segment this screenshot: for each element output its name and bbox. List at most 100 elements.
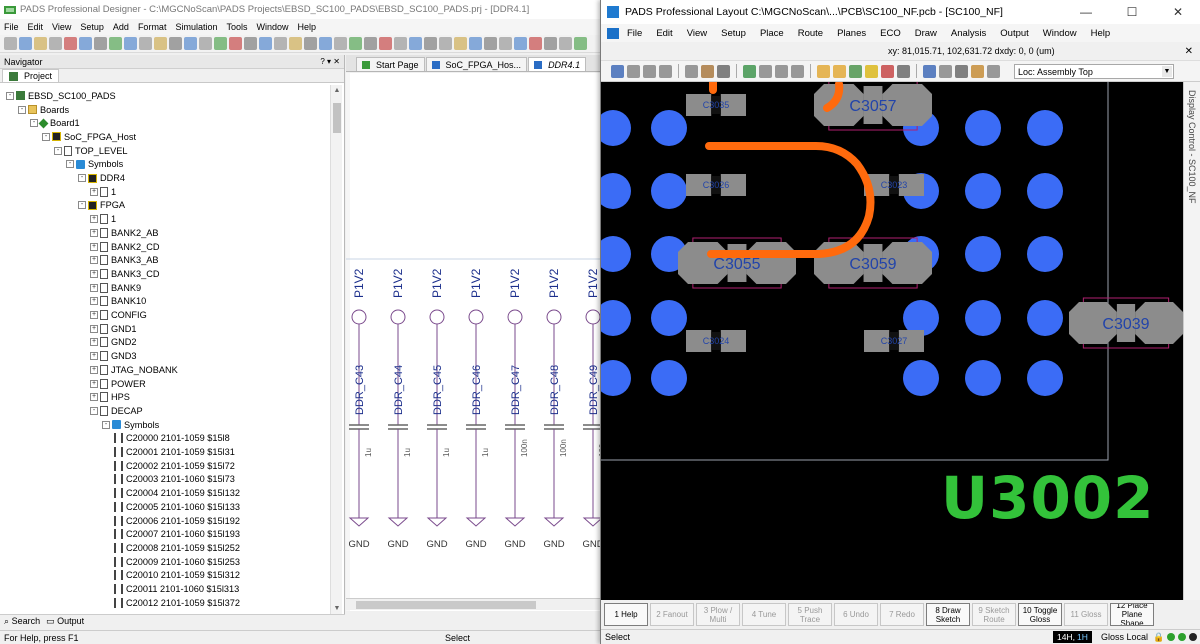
tree-item[interactable]: + BANK3_CD <box>90 267 160 281</box>
tree-item[interactable]: C20011 2101-1060 $15l313 <box>114 582 239 596</box>
expand-icon[interactable]: + <box>90 242 98 251</box>
expand-icon[interactable]: + <box>90 365 98 374</box>
fkey-button[interactable]: 8 Draw Sketch <box>926 603 970 626</box>
expand-icon[interactable]: + <box>90 379 98 388</box>
tree-item[interactable]: C20006 2101-1059 $15l192 <box>114 514 240 528</box>
close-icon[interactable]: ✕ <box>1155 0 1200 24</box>
tree-item[interactable]: - TOP_LEVEL <box>54 144 127 158</box>
toolbar-tool-icon[interactable] <box>244 37 257 50</box>
fkey-button[interactable]: 12 Place Plane Shape <box>1110 603 1154 626</box>
collapse-icon[interactable]: - <box>78 174 86 183</box>
toolbar-tool-icon[interactable] <box>169 37 182 50</box>
tree-item[interactable]: C20012 2101-1059 $15l372 <box>114 596 240 610</box>
toolbar-tool-icon[interactable] <box>514 37 527 50</box>
tree-item[interactable]: C20000 2101-1059 $15l8 <box>114 432 230 446</box>
doc-close-icon[interactable]: ✕ <box>1185 46 1193 57</box>
tree-item[interactable]: - Symbols <box>102 418 159 432</box>
tree-item[interactable]: - Board1 <box>30 116 80 130</box>
layout-menu-view[interactable]: View <box>687 28 707 39</box>
tree-item[interactable]: + BANK10 <box>90 295 146 309</box>
toolbar-tool-icon[interactable] <box>469 37 482 50</box>
collapse-icon[interactable]: - <box>42 132 50 141</box>
fkey-button[interactable]: 11 Gloss <box>1064 603 1108 626</box>
collapse-icon[interactable]: - <box>78 201 86 210</box>
tree-item[interactable]: C20008 2101-1059 $15l252 <box>114 541 240 555</box>
toolbar-tool-icon[interactable] <box>484 37 497 50</box>
tree-item[interactable]: + JTAG_NOBANK <box>90 363 178 377</box>
toolbar-tool-icon[interactable] <box>424 37 437 50</box>
toolbar-tool-icon[interactable] <box>334 37 347 50</box>
pcb-canvas[interactable]: C3035 C3057 C3026 C3023 C3055 C3059 C3039 C3024… <box>601 82 1183 600</box>
fkey-button[interactable]: 6 Undo <box>834 603 878 626</box>
minimize-icon[interactable]: — <box>1063 0 1109 24</box>
designer-menu-view[interactable]: View <box>52 22 71 32</box>
toolbar-tool-icon[interactable] <box>64 37 77 50</box>
tree-item[interactable]: + CONFIG <box>90 308 147 322</box>
tree-item[interactable]: - Symbols <box>66 158 123 172</box>
scroll-thumb[interactable] <box>333 103 341 133</box>
toolbar-tool-icon[interactable] <box>499 37 512 50</box>
expand-icon[interactable]: + <box>90 283 98 292</box>
tree-item[interactable]: + BANK2_AB <box>90 226 159 240</box>
doc-tab[interactable]: SoC_FPGA_Hos... <box>425 57 528 71</box>
expand-icon[interactable]: + <box>90 297 98 306</box>
toolbar-tool-icon[interactable] <box>379 37 392 50</box>
tree-item[interactable]: - SoC_FPGA_Host <box>42 130 136 144</box>
tree-item[interactable]: + GND3 <box>90 349 137 363</box>
toolbar-tool-icon[interactable] <box>439 37 452 50</box>
toolbar-tool-icon[interactable] <box>139 37 152 50</box>
expand-icon[interactable]: + <box>90 338 98 347</box>
doc-tab[interactable]: DDR4.1 <box>528 57 587 71</box>
tree-item[interactable]: C20002 2101-1059 $15l72 <box>114 459 235 473</box>
toolbar-tool-icon[interactable] <box>544 37 557 50</box>
toolbar-tool-icon[interactable] <box>124 37 137 50</box>
tree-item[interactable]: + GND1 <box>90 322 137 336</box>
toolbar-tool-icon[interactable] <box>4 37 17 50</box>
expand-icon[interactable]: + <box>90 215 98 224</box>
toolbar-tool-icon[interactable] <box>19 37 32 50</box>
toolbar-tool-icon[interactable] <box>214 37 227 50</box>
tree-item[interactable]: + BANK9 <box>90 281 141 295</box>
toolbar-tool-icon[interactable] <box>529 37 542 50</box>
layout-menu-window[interactable]: Window <box>1043 28 1077 39</box>
toolbar-tool-icon[interactable] <box>109 37 122 50</box>
layout-menu-icon[interactable] <box>607 27 619 39</box>
tree-item[interactable]: + BANK2_CD <box>90 240 160 254</box>
layout-menu-draw[interactable]: Draw <box>915 28 937 39</box>
toolbar-tool-icon[interactable] <box>49 37 62 50</box>
collapse-icon[interactable]: - <box>18 105 26 114</box>
toolbar-tool-icon[interactable] <box>289 37 302 50</box>
tree-item[interactable]: C20003 2101-1060 $15l73 <box>114 473 235 487</box>
toolbar-tool-icon[interactable] <box>574 37 587 50</box>
toolbar-tool-icon[interactable] <box>394 37 407 50</box>
tab-project[interactable]: Project <box>2 69 60 82</box>
designer-menu-file[interactable]: File <box>4 22 19 32</box>
tree-item[interactable]: C20001 2101-1059 $15l31 <box>114 445 235 459</box>
tree-item[interactable]: + POWER <box>90 377 146 391</box>
tree-item[interactable]: - DECAP <box>90 404 143 418</box>
fkey-button[interactable]: 7 Redo <box>880 603 924 626</box>
layout-menu-place[interactable]: Place <box>760 28 784 39</box>
fkey-button[interactable]: 10 Toggle Gloss <box>1018 603 1062 626</box>
layout-tool-icon[interactable] <box>971 64 984 78</box>
tab-search[interactable]: ⌕ Search <box>4 616 40 627</box>
schematic-hscrollbar[interactable] <box>346 598 601 610</box>
fkey-button[interactable]: 1 Help <box>604 603 648 626</box>
expand-icon[interactable]: + <box>90 228 98 237</box>
layout-tool-icon[interactable] <box>791 64 804 78</box>
layout-tool-icon[interactable] <box>865 64 878 78</box>
layout-tool-icon[interactable] <box>939 64 952 78</box>
tree-item[interactable]: C20004 2101-1059 $15l132 <box>114 486 240 500</box>
grid-indicator[interactable]: 14H, 1H <box>1053 631 1092 643</box>
layout-menu-help[interactable]: Help <box>1091 28 1111 39</box>
schematic-canvas[interactable]: P1V2 DDR_C43 1u GND P1V2 DDR_C44 1u GND P1V2 DDR_… <box>346 73 601 611</box>
collapse-icon[interactable]: - <box>6 91 14 100</box>
expand-icon[interactable]: + <box>90 324 98 333</box>
layout-tool-icon[interactable] <box>833 64 846 78</box>
designer-menu-tools[interactable]: Tools <box>226 22 247 32</box>
layout-menu-route[interactable]: Route <box>798 28 823 39</box>
layout-tool-icon[interactable] <box>923 64 936 78</box>
tree-item[interactable]: C20009 2101-1060 $15l253 <box>114 555 240 569</box>
layout-menu-setup[interactable]: Setup <box>721 28 746 39</box>
maximize-icon[interactable]: ☐ <box>1109 0 1155 24</box>
